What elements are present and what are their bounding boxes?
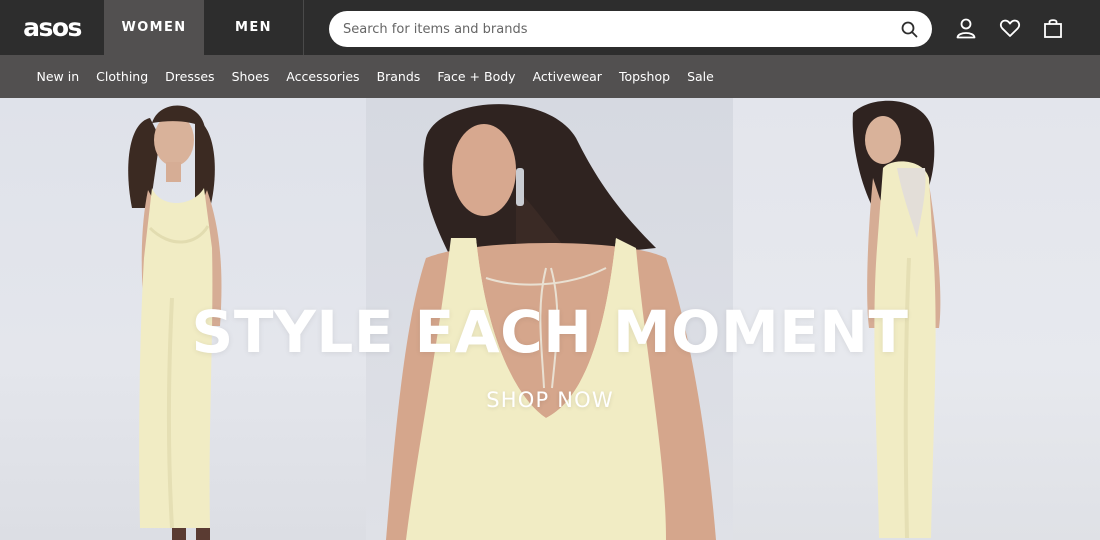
nav-clothing[interactable]: Clothing [88, 69, 157, 84]
heart-icon[interactable] [998, 16, 1022, 40]
nav-activewear[interactable]: Activewear [524, 69, 610, 84]
nav-topshop[interactable]: Topshop [610, 69, 678, 84]
nav-new-in[interactable]: New in [28, 69, 88, 84]
category-nav: New in Clothing Dresses Shoes Accessorie… [0, 55, 1100, 98]
asos-logo[interactable]: asos [0, 0, 104, 55]
tab-men[interactable]: MEN [204, 0, 304, 55]
nav-face-body[interactable]: Face + Body [429, 69, 524, 84]
bag-icon[interactable] [1041, 16, 1065, 40]
search-input[interactable] [343, 21, 900, 37]
search-bar [329, 11, 932, 47]
nav-brands[interactable]: Brands [368, 69, 429, 84]
search-icon[interactable] [900, 20, 918, 38]
hero-banner[interactable]: STYLE EACH MOMENT SHOP NOW [0, 98, 1100, 540]
tab-women[interactable]: WOMEN [104, 0, 204, 55]
account-icon[interactable] [954, 16, 978, 40]
nav-sale[interactable]: Sale [679, 69, 723, 84]
top-header: asos WOMEN MEN [0, 0, 1100, 55]
hero-headline: STYLE EACH MOMENT [191, 298, 909, 366]
shop-now-link[interactable]: SHOP NOW [486, 388, 614, 412]
nav-shoes[interactable]: Shoes [223, 69, 278, 84]
nav-accessories[interactable]: Accessories [278, 69, 368, 84]
shop-now-wrapper: SHOP NOW [0, 388, 1100, 412]
nav-dresses[interactable]: Dresses [157, 69, 223, 84]
